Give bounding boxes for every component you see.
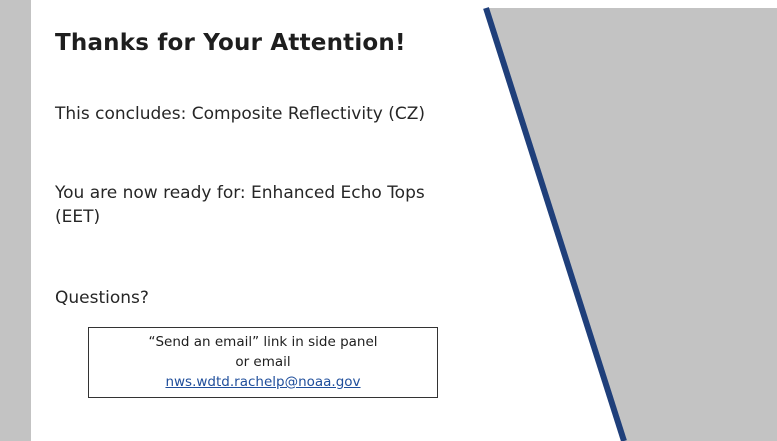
right-gray-panel (486, 8, 777, 441)
slide-canvas: Thanks for Your Attention! This conclude… (0, 0, 777, 441)
slide-title: Thanks for Your Attention! (55, 30, 406, 56)
contact-line-side-panel: “Send an email” link in side panel (148, 334, 378, 350)
email-link[interactable]: nws.wdtd.rachelp@noaa.gov (165, 374, 360, 390)
questions-text: Questions? (55, 288, 149, 308)
contact-line-or-email: or email (235, 354, 291, 370)
concludes-text: This concludes: Composite Reflectivity (… (55, 104, 425, 124)
contact-box: “Send an email” link in side panel or em… (88, 327, 438, 398)
next-module-text: You are now ready for: Enhanced Echo Top… (55, 183, 425, 227)
